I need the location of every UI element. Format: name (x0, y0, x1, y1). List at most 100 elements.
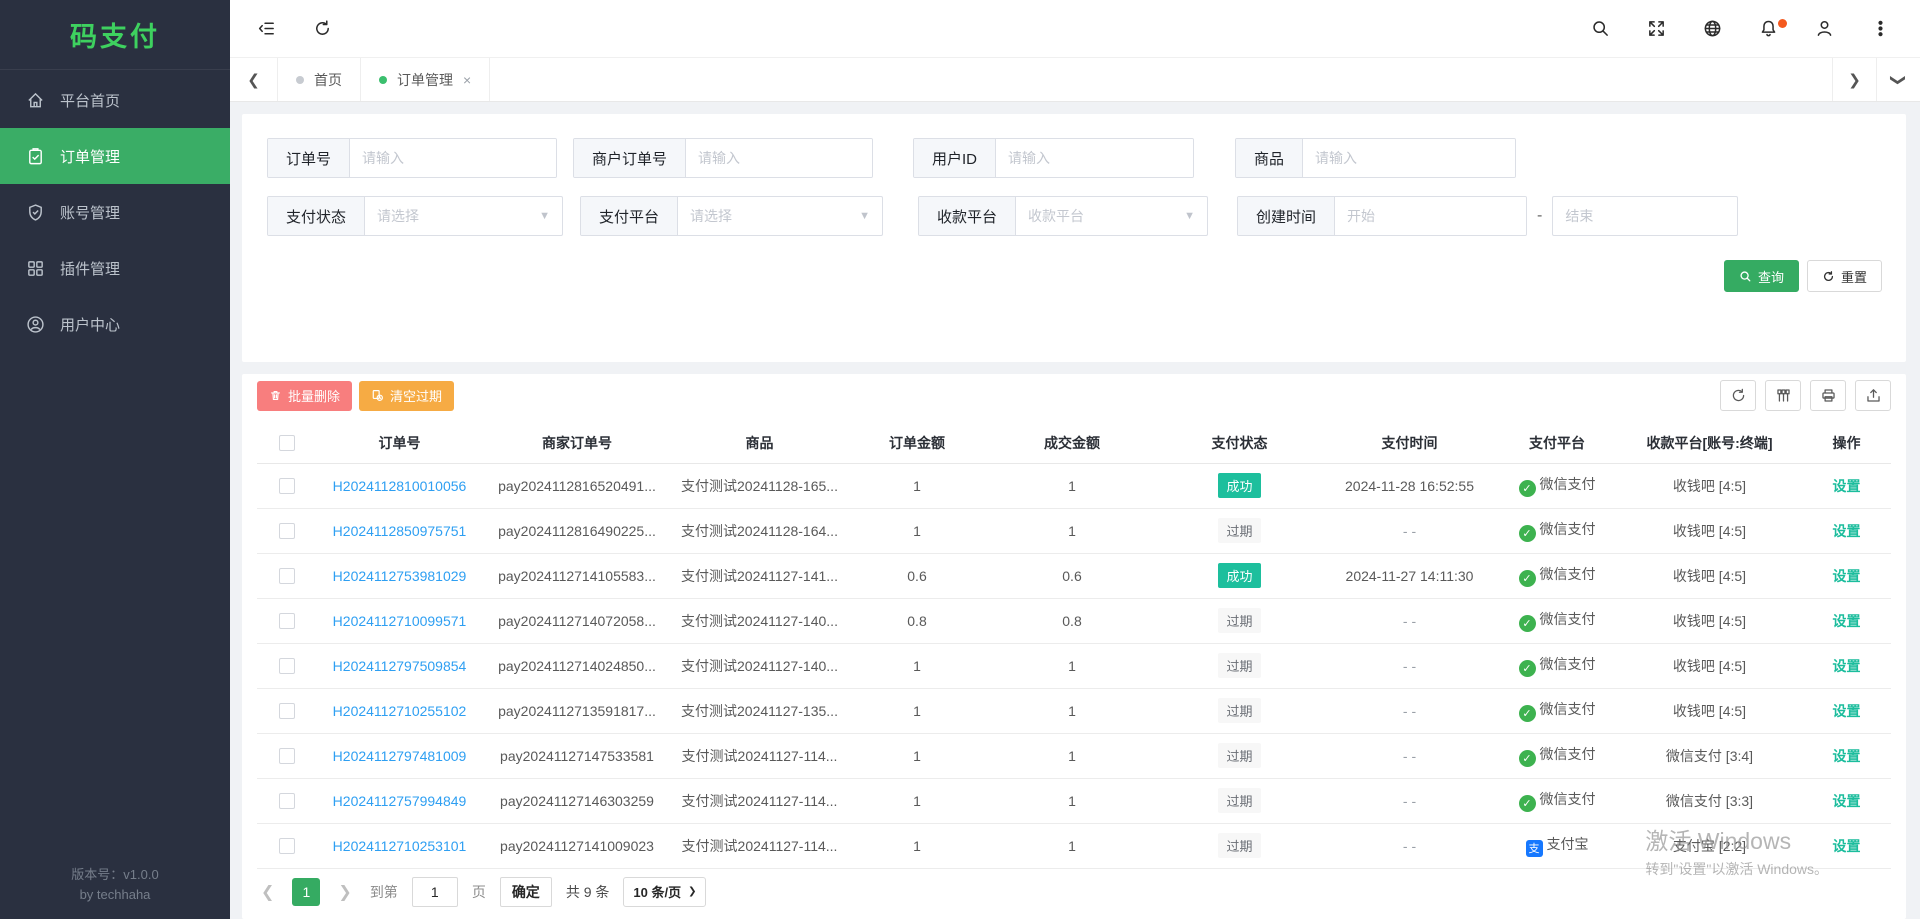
filter-label: 订单号 (268, 139, 350, 177)
col-paid-amount: 成交金额 (987, 423, 1157, 463)
product-input[interactable] (1303, 139, 1515, 177)
goto-page-input[interactable] (412, 877, 458, 907)
row-checkbox[interactable] (279, 478, 295, 494)
pay-status-cell: 过期 (1157, 643, 1322, 688)
row-checkbox[interactable] (279, 613, 295, 629)
row-settings-link[interactable]: 设置 (1833, 793, 1861, 809)
orders-table: 订单号 商家订单号 商品 订单金额 成交金额 支付状态 支付时间 支付平台 收款… (257, 423, 1891, 869)
order-no-link[interactable]: H2024112710253101 (333, 838, 467, 854)
order-no-link[interactable]: H2024112757994849 (333, 793, 467, 809)
current-page-button[interactable]: 1 (292, 878, 320, 906)
search-button[interactable]: 查询 (1724, 260, 1799, 292)
batch-delete-label: 批量删除 (288, 386, 340, 405)
row-checkbox[interactable] (279, 523, 295, 539)
filter-label: 收款平台 (919, 197, 1016, 235)
start-date-input[interactable] (1335, 197, 1526, 235)
receive-platform-cell: 微信支付 [3:3] (1617, 778, 1802, 823)
order-no-link[interactable]: H2024112710099571 (333, 613, 467, 629)
row-checkbox[interactable] (279, 703, 295, 719)
receive-platform-cell: 微信支付 [3:4] (1617, 733, 1802, 778)
receive-platform-cell: 收钱吧 [4:5] (1617, 553, 1802, 598)
row-settings-link[interactable]: 设置 (1833, 568, 1861, 584)
reset-button[interactable]: 重置 (1807, 260, 1882, 292)
pay-platform-select[interactable]: 请选择 ▼ (678, 197, 882, 235)
search-icon[interactable] (1590, 19, 1610, 39)
user-id-input[interactable] (996, 139, 1193, 177)
table-export-button[interactable] (1855, 380, 1891, 411)
row-settings-link[interactable]: 设置 (1833, 613, 1861, 629)
status-badge: 过期 (1218, 698, 1260, 723)
goto-label: 到第 (370, 882, 398, 902)
tab-close-icon[interactable]: × (463, 72, 471, 88)
goto-confirm-button[interactable]: 确定 (500, 877, 552, 907)
filter-merchant-order-no: 商户订单号 (573, 138, 873, 178)
tabs-scroll-left-button[interactable]: ❮ (230, 58, 278, 101)
row-settings-link[interactable]: 设置 (1833, 703, 1861, 719)
table-refresh-button[interactable] (1720, 380, 1756, 411)
order-no-link[interactable]: H2024112797481009 (333, 748, 467, 764)
row-checkbox[interactable] (279, 568, 295, 584)
row-checkbox[interactable] (279, 838, 295, 854)
row-checkbox[interactable] (279, 658, 295, 674)
sidebar-item-label: 平台首页 (60, 90, 120, 111)
pay-status-select[interactable]: 请选择 ▼ (365, 197, 562, 235)
table-columns-button[interactable] (1765, 380, 1801, 411)
printer-icon (1820, 387, 1837, 404)
order-no-link[interactable]: H2024112797509854 (333, 658, 467, 674)
chevron-down-icon: ▼ (859, 210, 870, 222)
language-globe-icon[interactable] (1702, 19, 1722, 39)
more-options-kebab-icon[interactable] (1870, 19, 1890, 39)
row-checkbox[interactable] (279, 748, 295, 764)
tabs-menu-dropdown-button[interactable]: ❯ (1876, 58, 1920, 101)
fullscreen-icon[interactable] (1646, 19, 1666, 39)
product-cell: 支付测试20241127-114... (672, 733, 847, 778)
order-no-link[interactable]: H2024112753981029 (333, 568, 467, 584)
sidebar-item-account-management[interactable]: 账号管理 (0, 184, 230, 240)
user-profile-icon[interactable] (1814, 19, 1834, 39)
filter-receive-platform: 收款平台 收款平台 ▼ (918, 196, 1208, 236)
next-page-button[interactable]: ❯ (334, 882, 355, 902)
tabs-scroll-right-button[interactable]: ❯ (1832, 58, 1876, 101)
product-cell: 支付测试20241127-114... (672, 823, 847, 868)
order-no-link[interactable]: H2024112710255102 (333, 703, 467, 719)
pay-platform-cell: 支支付宝 (1497, 823, 1617, 868)
row-settings-link[interactable]: 设置 (1833, 523, 1861, 539)
notifications-bell-icon[interactable] (1758, 19, 1778, 39)
merchant-order-no-input[interactable] (686, 139, 872, 177)
row-settings-link[interactable]: 设置 (1833, 478, 1861, 494)
collapse-sidebar-icon[interactable] (256, 19, 276, 39)
sidebar-item-plugin-management[interactable]: 插件管理 (0, 240, 230, 296)
status-badge: 过期 (1218, 653, 1260, 678)
end-date-input[interactable] (1552, 196, 1738, 236)
row-settings-link[interactable]: 设置 (1833, 838, 1861, 854)
filter-product: 商品 (1235, 138, 1516, 178)
tab-order-management[interactable]: 订单管理 × (361, 58, 490, 101)
receive-platform-select[interactable]: 收款平台 ▼ (1016, 197, 1207, 235)
select-all-checkbox[interactable] (279, 435, 295, 451)
pay-time-cell: 2024-11-27 14:11:30 (1322, 553, 1497, 598)
sidebar-item-platform-home[interactable]: 平台首页 (0, 72, 230, 128)
prev-page-button[interactable]: ❮ (257, 882, 278, 902)
sidebar-item-user-center[interactable]: 用户中心 (0, 296, 230, 352)
home-icon (26, 91, 45, 110)
clear-expired-button[interactable]: 清空过期 (359, 381, 454, 411)
row-settings-link[interactable]: 设置 (1833, 748, 1861, 764)
sidebar-item-order-management[interactable]: 订单管理 (0, 128, 230, 184)
version-info: 版本号：v1.0.0 by techhaha (0, 865, 230, 919)
tab-home[interactable]: 首页 (278, 58, 361, 101)
order-amount-cell: 1 (847, 463, 987, 508)
row-checkbox[interactable] (279, 793, 295, 809)
batch-delete-button[interactable]: 批量删除 (257, 381, 352, 411)
order-amount-cell: 1 (847, 778, 987, 823)
page-size-select[interactable]: 10 条/页 ❯ (623, 877, 706, 907)
paid-amount-cell: 1 (987, 508, 1157, 553)
order-amount-cell: 1 (847, 823, 987, 868)
order-no-link[interactable]: H2024112810010056 (333, 478, 467, 494)
pay-status-cell: 成功 (1157, 463, 1322, 508)
table-print-button[interactable] (1810, 380, 1846, 411)
order-no-input[interactable] (350, 139, 556, 177)
row-settings-link[interactable]: 设置 (1833, 658, 1861, 674)
refresh-page-icon[interactable] (312, 19, 332, 39)
order-no-link[interactable]: H2024112850975751 (333, 523, 467, 539)
table-row: H2024112710253101pay20241127141009023支付测… (257, 823, 1891, 868)
